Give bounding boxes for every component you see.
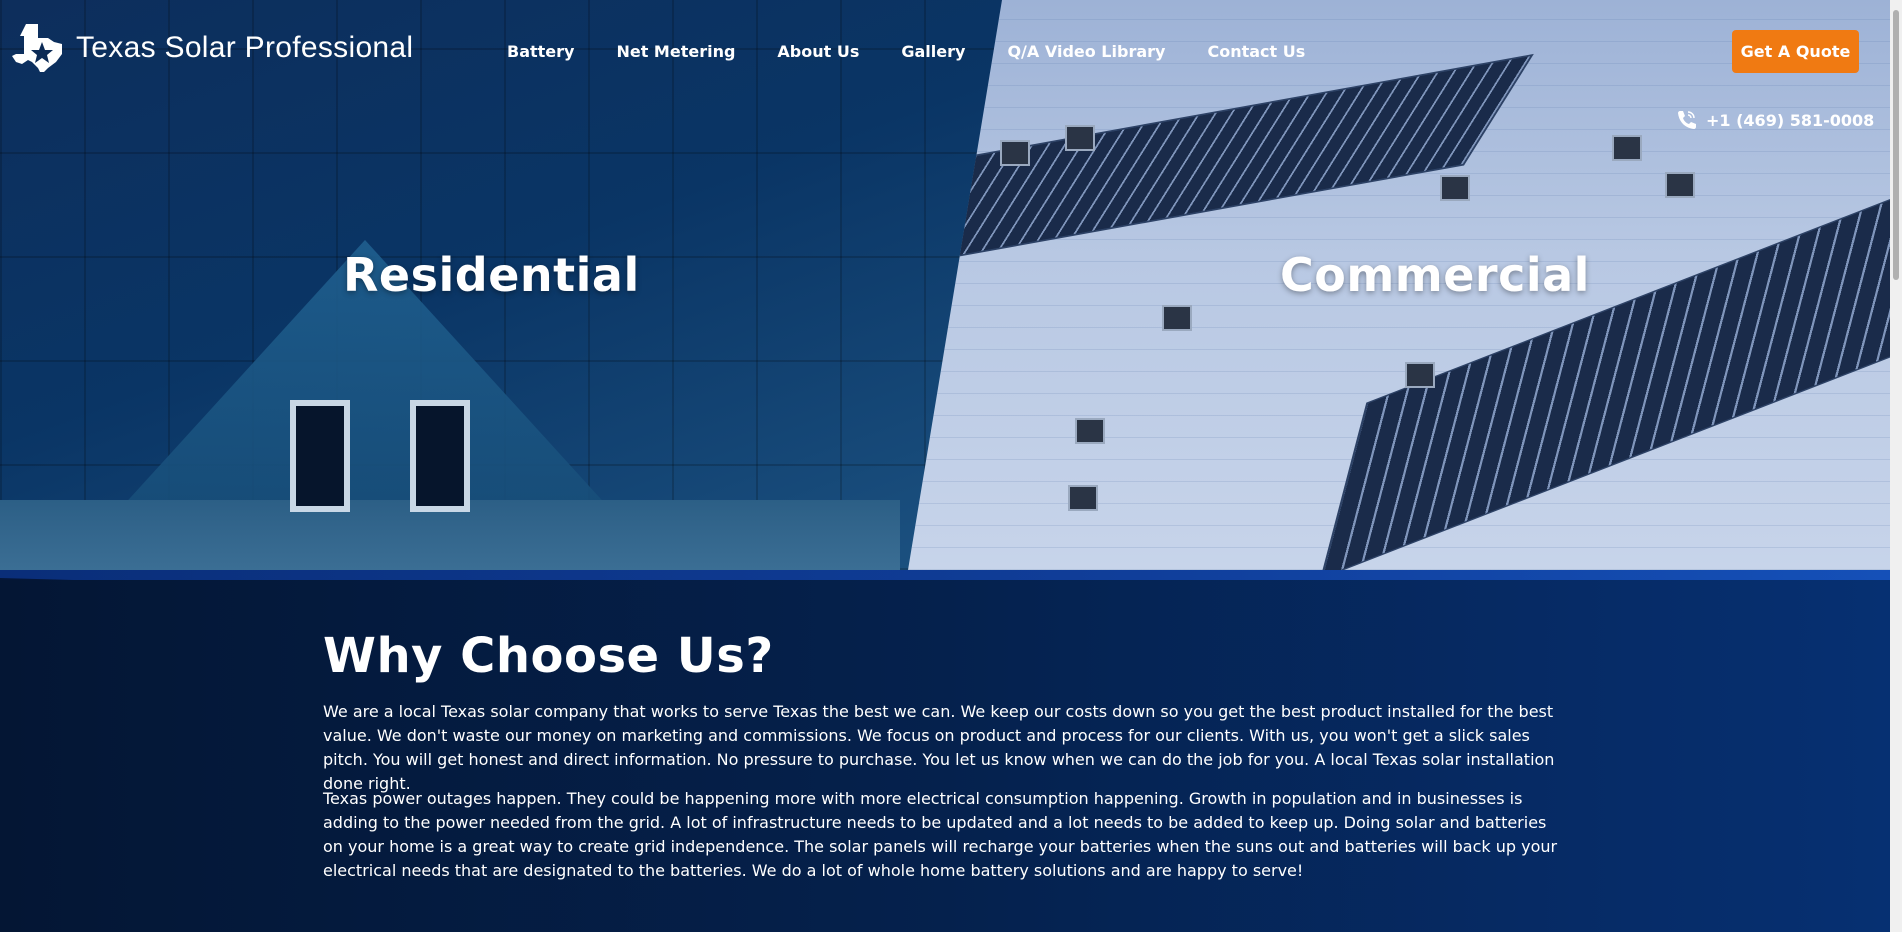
main-nav: Battery Net Metering About Us Gallery Q/… (507, 42, 1347, 61)
solar-panel-array (1323, 143, 1890, 570)
get-a-quote-button[interactable]: Get A Quote (1732, 30, 1859, 73)
nav-item-net-metering[interactable]: Net Metering (616, 42, 735, 61)
rooftop-hvac-unit (1440, 175, 1470, 201)
rooftop-hvac-unit (1665, 172, 1695, 198)
brand-name: Texas Solar Professional (76, 31, 414, 64)
hero-banner: Residential Commercial (0, 0, 1890, 570)
page-scrollbar[interactable] (1890, 0, 1902, 932)
house-window (290, 400, 350, 512)
rooftop-hvac-unit (1075, 418, 1105, 444)
scrollbar-thumb[interactable] (1893, 10, 1899, 280)
nav-item-about-us[interactable]: About Us (777, 42, 859, 61)
phone-number: +1 (469) 581-0008 (1706, 110, 1875, 130)
rooftop-hvac-unit (1068, 485, 1098, 511)
nav-item-contact-us[interactable]: Contact Us (1207, 42, 1305, 61)
nav-item-gallery[interactable]: Gallery (901, 42, 965, 61)
nav-item-battery[interactable]: Battery (507, 42, 574, 61)
residential-title[interactable]: Residential (343, 248, 640, 302)
rooftop-hvac-unit (1162, 305, 1192, 331)
phone-icon (1678, 111, 1696, 129)
rooftop-hvac-unit (1612, 135, 1642, 161)
texas-star-icon (12, 24, 62, 72)
why-choose-us-section: Why Choose Us? We are a local Texas sola… (0, 580, 1890, 932)
outages-paragraph: Texas power outages happen. They could b… (323, 789, 1558, 880)
site-logo[interactable]: Texas Solar Professional (12, 22, 413, 74)
rooftop-hvac-unit (1065, 125, 1095, 151)
section-title: Why Choose Us? (323, 628, 774, 684)
commercial-title[interactable]: Commercial (1280, 248, 1590, 302)
intro-paragraph: We are a local Texas solar company that … (323, 702, 1555, 793)
nav-item-qa-video-library[interactable]: Q/A Video Library (1007, 42, 1165, 61)
rooftop-hvac-unit (1000, 140, 1030, 166)
phone-link[interactable]: +1 (469) 581-0008 (1676, 110, 1874, 130)
house-window (410, 400, 470, 512)
rooftop-hvac-unit (1405, 362, 1435, 388)
